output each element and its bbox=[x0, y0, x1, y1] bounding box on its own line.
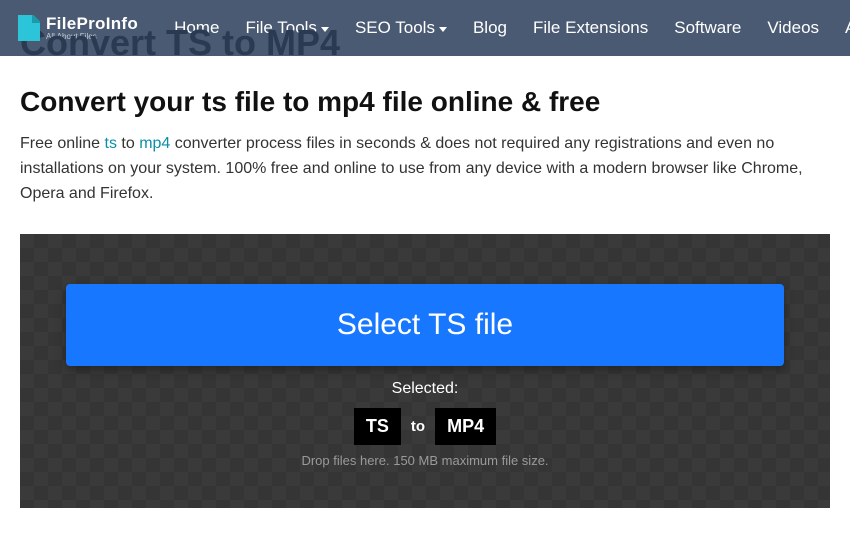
select-file-button[interactable]: Select TS file bbox=[66, 284, 784, 366]
nav-file-extensions-label: File Extensions bbox=[533, 18, 648, 38]
nav-ascii[interactable]: ASCII bbox=[845, 18, 850, 38]
upload-dropzone[interactable]: Select TS file Selected: TS to MP4 Drop … bbox=[20, 234, 830, 508]
chevron-down-icon bbox=[439, 27, 447, 32]
desc-mid: to bbox=[117, 135, 139, 152]
nav-file-extensions[interactable]: File Extensions bbox=[533, 18, 648, 38]
nav-blog-label: Blog bbox=[473, 18, 507, 38]
drop-hint: Drop files here. 150 MB maximum file siz… bbox=[66, 453, 784, 468]
nav-videos-label: Videos bbox=[767, 18, 819, 38]
page-subtitle: Convert your ts file to mp4 file online … bbox=[20, 86, 830, 118]
nav-ascii-label: ASCII bbox=[845, 18, 850, 38]
file-icon bbox=[18, 15, 40, 41]
nav-blog[interactable]: Blog bbox=[473, 18, 507, 38]
desc-pre: Free online bbox=[20, 135, 105, 152]
format-to-badge[interactable]: MP4 bbox=[435, 408, 496, 445]
nav-software[interactable]: Software bbox=[674, 18, 741, 38]
nav-software-label: Software bbox=[674, 18, 741, 38]
nav-seo-tools-label: SEO Tools bbox=[355, 18, 435, 38]
page-description: Free online ts to mp4 converter process … bbox=[20, 132, 830, 206]
selected-label: Selected: bbox=[66, 380, 784, 398]
format-from-badge[interactable]: TS bbox=[354, 408, 401, 445]
nav-seo-tools[interactable]: SEO Tools bbox=[355, 18, 447, 38]
desc-highlight-mp4[interactable]: mp4 bbox=[139, 135, 170, 152]
nav-videos[interactable]: Videos bbox=[767, 18, 819, 38]
format-row: TS to MP4 bbox=[66, 408, 784, 445]
desc-highlight-ts[interactable]: ts bbox=[105, 135, 117, 152]
format-to-word: to bbox=[411, 418, 425, 435]
